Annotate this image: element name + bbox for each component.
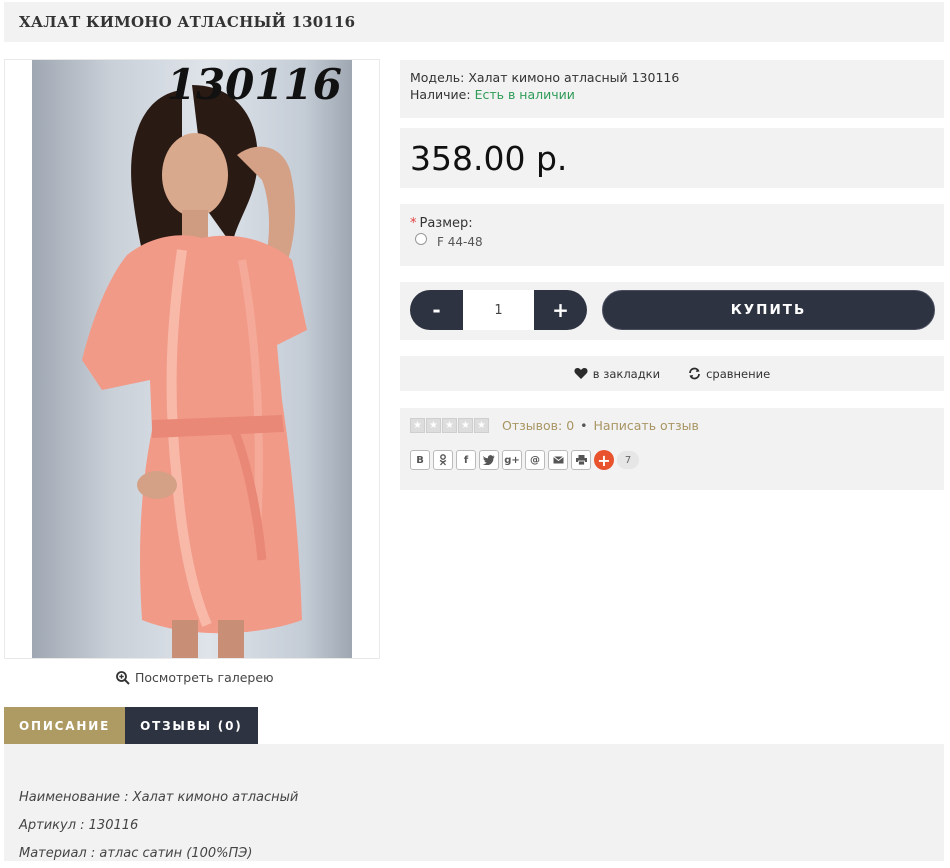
size-choice-label: F 44-48	[437, 235, 483, 249]
star-icon: ★	[474, 418, 489, 433]
product-image-frame[interactable]: 130116	[4, 59, 380, 659]
description-line: Наименование : Халат кимоно атласный	[19, 790, 299, 805]
facebook-icon: f	[463, 454, 469, 466]
size-label: Размер:	[419, 216, 473, 231]
product-photo[interactable]: 130116	[32, 60, 352, 658]
star-icon: ★	[442, 418, 457, 433]
product-price: 358.00 р.	[410, 138, 568, 178]
quantity-increase-button[interactable]: +	[534, 290, 587, 330]
compare-label: сравнение	[706, 366, 771, 381]
model-label: Модель:	[410, 70, 465, 85]
google-plus-share-button[interactable]: g+	[502, 450, 522, 470]
tab-description[interactable]: ОПИСАНИЕ	[4, 707, 126, 744]
odnoklassniki-icon	[439, 454, 447, 466]
size-radio[interactable]	[415, 233, 427, 245]
share-buttons: B f g+ @ + 7	[410, 450, 934, 470]
size-choice[interactable]: F 44-48	[410, 233, 934, 249]
stock-row: Наличие: Есть в наличии	[410, 86, 934, 103]
description-line: Артикул : 130116	[19, 818, 139, 833]
product-meta: Модель: Халат кимоно атласный 130116 Нал…	[400, 60, 944, 118]
model-value: Халат кимоно атласный 130116	[468, 70, 680, 85]
heart-icon	[574, 368, 588, 379]
more-share-button[interactable]: +	[594, 450, 614, 470]
mailru-share-button[interactable]: @	[525, 450, 545, 470]
quantity-input[interactable]	[463, 290, 534, 330]
model-row: Модель: Халат кимоно атласный 130116	[410, 69, 934, 86]
rating-row: ★ ★ ★ ★ ★ Отзывов: 0 • Написать отзыв	[410, 418, 934, 433]
price-panel: 358.00 р.	[400, 128, 944, 188]
share-count-badge: 7	[617, 451, 639, 469]
size-option-header: * Размер:	[410, 216, 934, 231]
buy-panel: - + КУПИТЬ	[400, 282, 944, 340]
quantity-decrease-button[interactable]: -	[410, 290, 463, 330]
tab-reviews[interactable]: ОТЗЫВЫ (0)	[125, 707, 258, 744]
required-mark: *	[410, 216, 417, 231]
reviews-count-link[interactable]: Отзывов: 0	[502, 418, 574, 433]
model-illustration	[82, 85, 307, 658]
page-title: ХАЛАТ КИМОНО АТЛАСНЫЙ 130116	[19, 13, 356, 31]
description-panel: Наименование : Халат кимоно атласный Арт…	[4, 744, 944, 861]
print-button[interactable]	[571, 450, 591, 470]
stock-status: Есть в наличии	[474, 87, 575, 102]
write-review-link[interactable]: Написать отзыв	[594, 418, 699, 433]
plus-icon: +	[597, 450, 611, 470]
compare-button[interactable]: сравнение	[688, 367, 770, 381]
view-gallery-label: Посмотреть галерею	[135, 670, 274, 685]
google-plus-icon: g+	[504, 454, 520, 466]
at-icon: @	[530, 454, 540, 466]
vk-share-button[interactable]: B	[410, 450, 430, 470]
product-actions: в закладки сравнение	[400, 356, 944, 391]
description-line: Материал : атлас сатин (100%ПЭ)	[19, 846, 253, 861]
envelope-icon	[552, 456, 564, 464]
reviews-share-panel: ★ ★ ★ ★ ★ Отзывов: 0 • Написать отзыв B …	[400, 408, 944, 490]
zoom-in-icon	[116, 670, 130, 685]
wishlist-label: в закладки	[592, 366, 661, 381]
add-to-wishlist-button[interactable]: в закладки	[574, 367, 660, 381]
email-share-button[interactable]	[548, 450, 568, 470]
star-icon: ★	[458, 418, 473, 433]
vk-icon: B	[416, 454, 424, 466]
product-title-bar: ХАЛАТ КИМОНО АТЛАСНЫЙ 130116	[4, 2, 944, 42]
rating-stars: ★ ★ ★ ★ ★	[410, 418, 490, 433]
photo-code-label: 130116	[166, 60, 342, 109]
twitter-icon	[483, 455, 495, 465]
facebook-share-button[interactable]: f	[456, 450, 476, 470]
printer-icon	[575, 455, 587, 465]
stock-label: Наличие:	[410, 87, 471, 102]
odnoklassniki-share-button[interactable]	[433, 450, 453, 470]
star-icon: ★	[410, 418, 425, 433]
buy-button[interactable]: КУПИТЬ	[602, 290, 935, 330]
separator-dot: •	[580, 418, 588, 433]
twitter-share-button[interactable]	[479, 450, 499, 470]
view-gallery-link[interactable]: Посмотреть галерею	[116, 670, 274, 685]
refresh-icon	[689, 367, 700, 380]
product-tabs: ОПИСАНИЕ ОТЗЫВЫ (0)	[4, 707, 258, 744]
star-icon: ★	[426, 418, 441, 433]
size-option: * Размер: F 44-48	[400, 204, 944, 266]
